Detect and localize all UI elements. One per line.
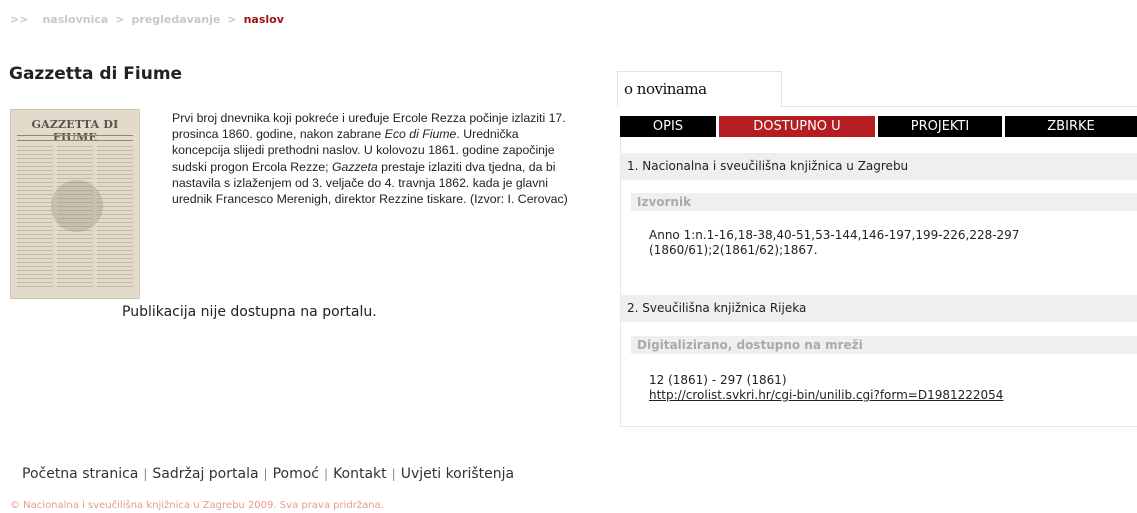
breadcrumb-separator: > (115, 13, 125, 26)
tab-dostupno-u[interactable]: DOSTUPNO U (719, 116, 875, 137)
holdings-text: 12 (1861) - 297 (1861) (649, 373, 787, 387)
tab-opis[interactable]: OPIS (620, 116, 716, 137)
thumbnail-seal (51, 180, 103, 232)
footer-separator: | (143, 467, 148, 481)
footer-separator: | (324, 467, 329, 481)
copy-type: Izvornik (631, 193, 1137, 211)
copyright-notice: © Nacionalna i sveučilišna knjižnica u Z… (10, 500, 384, 511)
tab-projekti[interactable]: PROJEKTI (878, 116, 1002, 137)
footer-nav: Početna stranica | Sadržaj portala | Pomoć | K… (22, 466, 514, 482)
panel-divider (782, 106, 1137, 107)
footer-link-help[interactable]: Pomoć (273, 466, 319, 482)
description-italic-title: Gazzeta (331, 159, 378, 174)
footer-link-contact[interactable]: Kontakt (333, 466, 387, 482)
description-italic-title: Eco di Fiume (384, 127, 457, 142)
breadcrumb-link-pregledavanje[interactable]: pregledavanje (132, 13, 221, 26)
page-title: Gazzetta di Fiume (9, 64, 183, 84)
holdings-info: Anno 1:n.1-16,18-38,40-51,53-144,146-197… (649, 228, 1119, 258)
publication-description: Prvi broj dnevnika koji pokreće i uređuj… (172, 110, 572, 207)
breadcrumb-separator: > (227, 13, 237, 26)
availability-notice: Publikacija nije dostupna na portalu. (122, 304, 377, 320)
holdings-info: 12 (1861) - 297 (1861) http://crolist.sv… (649, 373, 1119, 403)
panel-heading-tab: o novinama (617, 71, 782, 107)
library-name: 2. Sveučilišna knjižnica Rijeka (621, 295, 1137, 322)
breadcrumb-current: naslov (243, 13, 284, 26)
breadcrumb: >> naslovnica > pregledavanje > naslov (10, 13, 284, 26)
panel-tabs: OPIS DOSTUPNO U PROJEKTI ZBIRKE (620, 116, 1137, 137)
breadcrumb-prefix: >> (10, 13, 29, 26)
digital-copy-link[interactable]: http://crolist.svkri.hr/cgi-bin/unilib.c… (649, 388, 1003, 402)
holdings-text: Anno 1:n.1-16,18-38,40-51,53-144,146-197… (649, 228, 1020, 257)
footer-link-terms[interactable]: Uvjeti korištenja (401, 466, 514, 482)
breadcrumb-link-naslovnica[interactable]: naslovnica (42, 13, 108, 26)
newspaper-thumbnail[interactable]: GAZZETTA DI FIUME (10, 109, 140, 299)
panel-heading: o novinama (624, 80, 707, 98)
thumbnail-rule (17, 135, 133, 136)
copy-type: Digitalizirano, dostupno na mreži (631, 336, 1137, 354)
library-name: 1. Nacionalna i sveučilišna knjižnica u … (621, 153, 1137, 180)
tab-zbirke[interactable]: ZBIRKE (1005, 116, 1137, 137)
availability-panel: 1. Nacionalna i sveučilišna knjižnica u … (620, 137, 1137, 427)
footer-link-contents[interactable]: Sadržaj portala (152, 466, 258, 482)
footer-separator: | (391, 467, 396, 481)
footer-link-home[interactable]: Početna stranica (22, 466, 138, 482)
footer-separator: | (263, 467, 268, 481)
thumbnail-rule (17, 140, 133, 141)
